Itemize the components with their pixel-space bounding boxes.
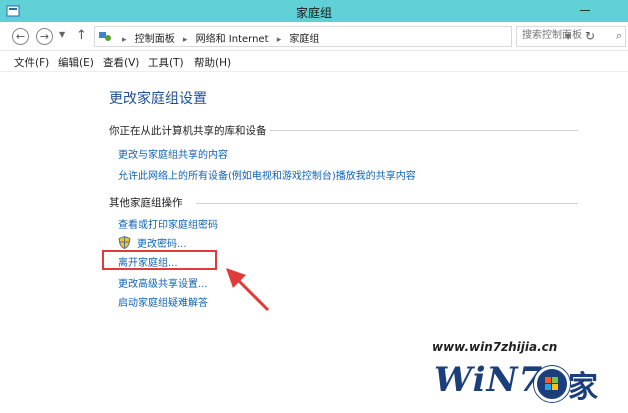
- menu-tools[interactable]: 工具(T): [148, 55, 184, 70]
- menu-edit[interactable]: 编辑(E): [58, 55, 94, 70]
- search-input[interactable]: [517, 27, 600, 44]
- address-bar: ← → ▼ ↑ ▸ 控制面板 ▸ 网络和 Internet ▸ 家庭组 ▼ ↻ …: [0, 22, 628, 51]
- windows-flag-icon: [534, 366, 570, 402]
- menu-bar: 文件(F) 编辑(E) 查看(V) 工具(T) 帮助(H): [0, 51, 628, 72]
- watermark-logo: www.win7zhijia.cn WiN7 家: [404, 334, 628, 413]
- back-button[interactable]: ←: [12, 28, 29, 45]
- watermark-url: www.win7zhijia.cn: [432, 340, 558, 354]
- menu-help[interactable]: 帮助(H): [194, 55, 231, 70]
- breadcrumb-item-homegroup[interactable]: 家庭组: [289, 34, 319, 45]
- watermark-suffix: 家: [568, 370, 598, 405]
- breadcrumb: ▸ 控制面板 ▸ 网络和 Internet ▸ 家庭组: [117, 30, 319, 45]
- window-title: 家庭组: [295, 6, 332, 20]
- search-icon[interactable]: ⌕: [616, 29, 622, 43]
- breadcrumb-separator-icon: ▸: [276, 35, 282, 45]
- forward-button[interactable]: →: [36, 28, 53, 45]
- watermark-brand: WiN7: [434, 360, 544, 400]
- search-box: ⌕: [516, 26, 626, 47]
- main-content: 更改家庭组设置 你正在从此计算机共享的库和设备 更改与家庭组共享的内容 允许此网…: [0, 72, 628, 413]
- menu-file[interactable]: 文件(F): [14, 55, 49, 70]
- address-field[interactable]: ▸ 控制面板 ▸ 网络和 Internet ▸ 家庭组 ▼ ↻: [94, 26, 595, 47]
- title-bar: 家庭组: [0, 0, 628, 22]
- breadcrumb-separator-icon: ▸: [122, 35, 127, 45]
- breadcrumb-separator-icon: ▸: [182, 35, 188, 45]
- breadcrumb-item-network[interactable]: 网络和 Internet: [196, 34, 269, 45]
- recent-pages-dropdown-icon[interactable]: ▼: [59, 30, 65, 39]
- network-folder-icon: [99, 32, 111, 41]
- menu-view[interactable]: 查看(V): [103, 55, 139, 70]
- minimize-button[interactable]: [580, 10, 590, 11]
- up-button[interactable]: ↑: [76, 28, 87, 43]
- breadcrumb-item-control-panel[interactable]: 控制面板: [135, 34, 175, 45]
